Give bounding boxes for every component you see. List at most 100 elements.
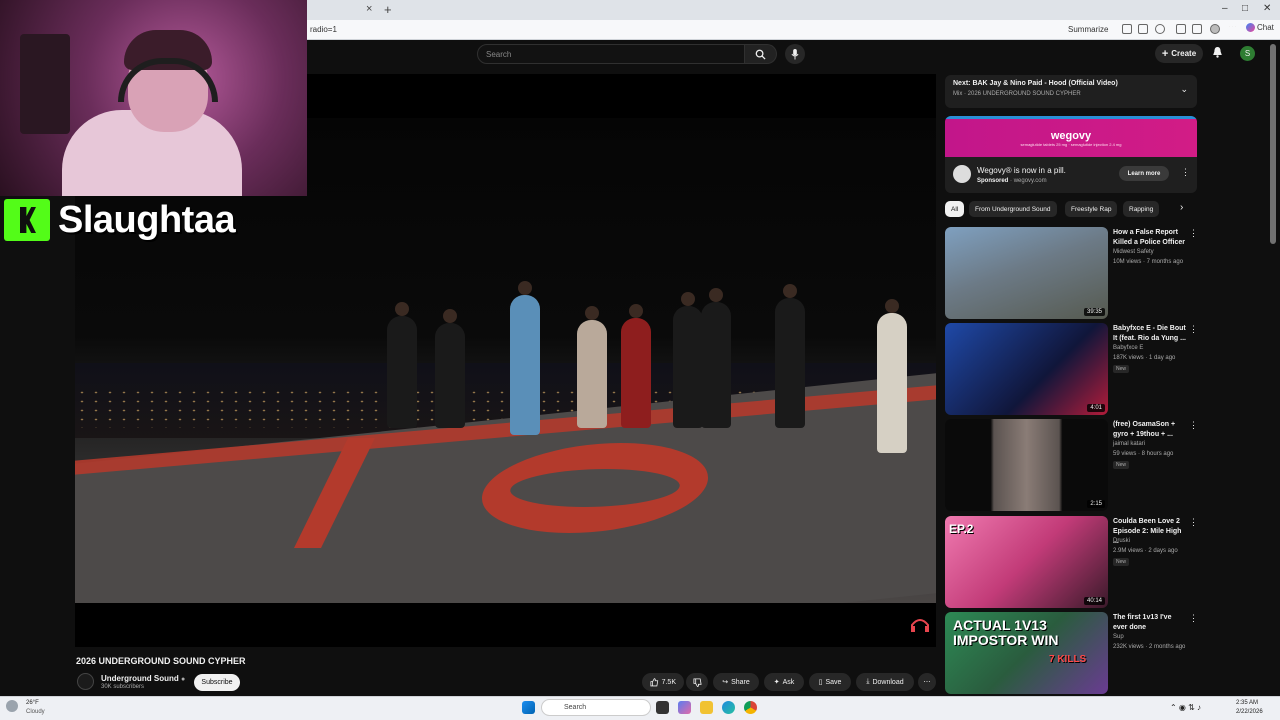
chevron-right-icon[interactable]: › — [1180, 202, 1183, 213]
sponsored-ad[interactable]: wegovy semaglutide tablets 25 mg · semag… — [945, 116, 1197, 193]
tab-close-button[interactable]: × — [366, 3, 372, 15]
verified-icon: ● — [181, 676, 186, 683]
chevron-down-icon[interactable]: ⌄ — [1180, 84, 1188, 95]
chip-rapping[interactable]: Rapping — [1123, 201, 1160, 217]
channel-name[interactable]: Underground Sound ● — [101, 674, 185, 683]
rec-more-icon[interactable]: ⋮ — [1189, 420, 1198, 431]
thumbs-down-icon — [692, 677, 702, 687]
ad-banner-image[interactable]: wegovy semaglutide tablets 25 mg · semag… — [945, 116, 1197, 157]
streamer-name-banner: Slaughtaa — [0, 196, 258, 244]
new-tab-button[interactable]: + — [384, 2, 392, 17]
performer — [775, 284, 805, 428]
like-button[interactable]: 7.5K — [642, 673, 684, 691]
channel-name-text: Underground Sound — [101, 674, 179, 683]
profile-icon[interactable] — [1210, 24, 1220, 34]
channel-watermark-icon[interactable] — [910, 617, 930, 633]
save-button[interactable]: ▯ Save — [809, 673, 851, 691]
ask-button[interactable]: ✦ Ask — [764, 673, 804, 691]
up-next-panel[interactable]: Next: BAK Jay & Nino Paid - Hood (Offici… — [945, 75, 1197, 108]
share-label: Share — [731, 678, 750, 686]
rec-title[interactable]: How a False Report Killed a Police Offic… — [1113, 228, 1187, 248]
download-button[interactable]: ⤓ Download — [856, 673, 914, 691]
weather-temperature[interactable]: 26°F — [26, 700, 39, 706]
search-input[interactable]: Search — [477, 44, 745, 64]
new-badge: New — [1113, 365, 1130, 373]
ask-label: Ask — [782, 678, 795, 686]
subscriber-count: 30K subscribers — [101, 684, 145, 690]
rec-thumbnail[interactable]: 39:35 — [945, 227, 1108, 319]
rec-channel[interactable]: Sup — [1113, 634, 1124, 640]
more-actions-button[interactable]: ⋯ — [918, 673, 936, 691]
extension-icon[interactable] — [1176, 24, 1186, 34]
chip-from-underground-sound[interactable]: From Underground Sound — [969, 201, 1057, 217]
up-next-title: Next: BAK Jay & Nino Paid - Hood (Offici… — [953, 80, 1118, 87]
maximize-button[interactable]: □ — [1242, 3, 1248, 14]
learn-more-button[interactable]: Learn more — [1119, 166, 1169, 181]
rec-more-icon[interactable]: ⋮ — [1189, 613, 1198, 624]
notifications-button[interactable] — [1212, 46, 1223, 61]
rec-thumbnail[interactable]: 2:15 — [945, 419, 1108, 511]
task-view-icon[interactable] — [656, 701, 669, 714]
clock-date[interactable]: 2/22/2026 — [1236, 709, 1263, 715]
favorites-icon[interactable] — [1192, 24, 1202, 34]
video-duration: 4:01 — [1087, 404, 1105, 412]
copilot-taskbar-icon[interactable] — [678, 701, 691, 714]
rec-title[interactable]: (free) OsamaSon + gyro + 19thou + ... — [1113, 420, 1187, 440]
dislike-button[interactable] — [686, 673, 708, 691]
share-button[interactable]: ↪ Share — [713, 673, 759, 691]
rec-more-icon[interactable]: ⋮ — [1189, 228, 1198, 239]
ad-title: Wegovy® is now in a pill. — [977, 166, 1066, 175]
up-next-subtitle: Mix · 2026 UNDERGROUND SOUND CYPHER — [953, 91, 1081, 97]
chrome-browser-icon[interactable] — [744, 701, 757, 714]
weather-cloud-icon[interactable] — [6, 700, 18, 712]
chip-all[interactable]: All — [945, 201, 965, 217]
ad-domain: wegovy.com — [1013, 178, 1047, 184]
rec-more-icon[interactable]: ⋮ — [1189, 324, 1198, 335]
rec-thumbnail[interactable]: 4:01 — [945, 323, 1108, 415]
url-text[interactable]: radio=1 — [310, 25, 337, 34]
weather-condition[interactable]: Cloudy — [26, 709, 45, 715]
create-button[interactable]: + Create — [1155, 44, 1203, 63]
rec-channel[interactable]: Midwest Safety — [1113, 249, 1154, 255]
microphone-icon — [791, 48, 799, 60]
grid-icon[interactable] — [1122, 24, 1132, 34]
taskbar-search[interactable]: Search — [541, 699, 651, 716]
close-window-button[interactable]: ✕ — [1263, 3, 1271, 14]
ad-brand-logo: wegovy — [1050, 129, 1092, 142]
rec-title[interactable]: Babyfxce E - Die Bout It (feat. Rio da Y… — [1113, 324, 1187, 344]
system-tray-icons[interactable]: ⌃ ◉ ⇅ ♪ — [1170, 703, 1201, 712]
rec-thumbnail[interactable]: ACTUAL 1V13 IMPOSTOR WIN 7 KILLS — [945, 612, 1108, 694]
performer — [577, 306, 607, 428]
copilot-chat-button[interactable]: Chat — [1246, 23, 1274, 32]
more-icon[interactable]: ⋯ — [1228, 21, 1238, 31]
voice-search-button[interactable] — [785, 44, 805, 64]
ad-more-icon[interactable]: ⋮ — [1181, 167, 1190, 178]
rec-thumbnail[interactable]: EP.2 40:14 — [945, 516, 1108, 608]
advertiser-icon — [953, 165, 971, 183]
channel-avatar[interactable] — [77, 673, 94, 690]
star-icon[interactable] — [1138, 24, 1148, 34]
subscribe-button[interactable]: Subscribe — [194, 674, 240, 691]
refresh-icon[interactable] — [1155, 24, 1165, 34]
create-label: Create — [1171, 49, 1197, 58]
minimize-button[interactable]: – — [1222, 3, 1228, 14]
windows-start-icon[interactable] — [522, 701, 535, 714]
video-title: 2026 UNDERGROUND SOUND CYPHER — [76, 656, 246, 666]
clock-time[interactable]: 2:35 AM — [1236, 700, 1258, 706]
account-avatar[interactable]: S — [1240, 46, 1255, 61]
edge-browser-icon[interactable] — [722, 701, 735, 714]
search-button[interactable] — [745, 44, 777, 64]
rec-channel[interactable]: jaimal katari — [1113, 441, 1145, 447]
rec-title[interactable]: The first 1v13 I've ever done — [1113, 613, 1187, 633]
copilot-icon — [1246, 23, 1255, 32]
rec-channel[interactable]: Babyfxce E — [1113, 345, 1143, 351]
rec-meta: 59 views · 8 hours ago — [1113, 451, 1174, 457]
page-scrollbar[interactable] — [1270, 44, 1276, 244]
file-explorer-icon[interactable] — [700, 701, 713, 714]
ad-fine-print: semaglutide tablets 25 mg · semaglutide … — [1020, 141, 1122, 147]
chip-freestyle-rap[interactable]: Freestyle Rap — [1065, 201, 1118, 217]
rec-channel[interactable]: Druski — [1113, 538, 1130, 544]
rec-more-icon[interactable]: ⋮ — [1189, 517, 1198, 528]
summarize-button[interactable]: Summarize — [1068, 25, 1108, 34]
video-duration: 2:15 — [1087, 500, 1105, 508]
